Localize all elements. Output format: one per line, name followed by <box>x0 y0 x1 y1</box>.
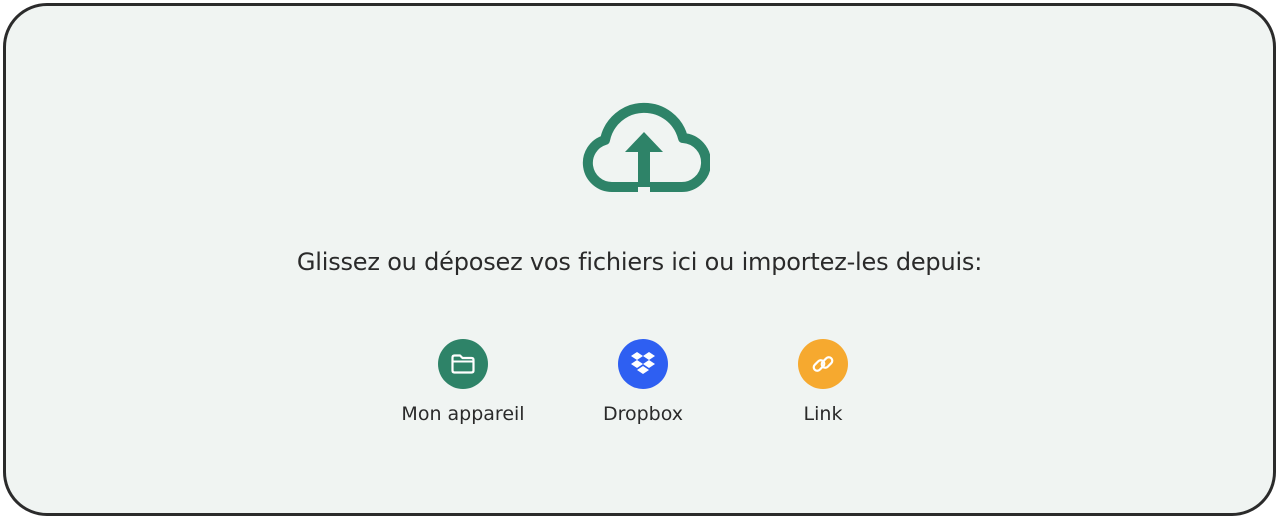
source-dropbox-button[interactable]: Dropbox <box>563 339 723 425</box>
source-my-device-button[interactable]: Mon appareil <box>383 339 543 425</box>
my-device-icon-circle <box>438 339 488 389</box>
dropbox-icon-circle <box>618 339 668 389</box>
dropzone-prompt: Glissez ou déposez vos fichiers ici ou i… <box>296 248 983 276</box>
source-label: Mon appareil <box>401 403 525 425</box>
dropbox-icon <box>631 352 655 374</box>
link-icon-circle <box>798 339 848 389</box>
source-link-button[interactable]: Link <box>743 339 903 425</box>
file-dropzone[interactable]: Glissez ou déposez vos fichiers ici ou i… <box>3 3 1276 516</box>
cloud-upload-icon <box>582 102 710 193</box>
source-label: Link <box>803 403 843 425</box>
folder-icon <box>451 354 475 374</box>
link-icon <box>812 356 834 372</box>
source-label: Dropbox <box>602 403 684 425</box>
